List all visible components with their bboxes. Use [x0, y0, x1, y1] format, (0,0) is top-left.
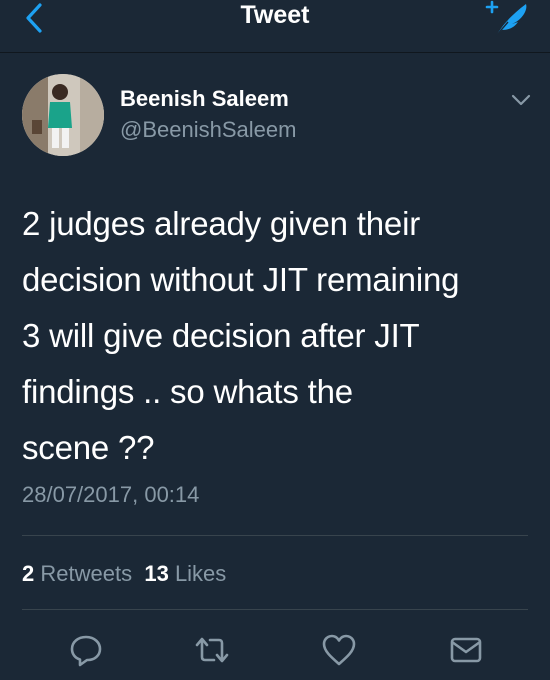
- tweet-text-line: 2 judges already given their: [22, 205, 420, 242]
- chevron-down-icon: [511, 94, 531, 106]
- divider: [22, 535, 528, 536]
- retweets-label: Retweets: [40, 561, 133, 586]
- avatar-photo: [22, 74, 104, 156]
- message-envelope-icon: [450, 637, 482, 663]
- likes-count: 13: [144, 561, 169, 586]
- like-heart-icon: [322, 634, 356, 666]
- tweet-text-line: 3 will give decision after JIT: [22, 317, 420, 354]
- compose-feather-icon: [485, 0, 527, 37]
- avatar[interactable]: [22, 74, 104, 156]
- retweet-icon: [195, 637, 229, 663]
- direct-message-button[interactable]: [446, 630, 486, 670]
- tweet-timestamp: 28/07/2017, 00:14: [22, 482, 200, 507]
- like-button[interactable]: [319, 630, 359, 670]
- retweets-stat[interactable]: 2 Retweets: [22, 561, 132, 586]
- navigation-bar: Tweet: [0, 0, 550, 53]
- likes-stat[interactable]: 13 Likes: [144, 561, 226, 586]
- retweets-count: 2: [22, 561, 35, 586]
- author-handle[interactable]: @BeenishSaleem: [120, 117, 296, 143]
- tweet-stats: 2 Retweets 13 Likes: [22, 560, 226, 588]
- reply-icon: [70, 635, 102, 667]
- tweet-options-button[interactable]: [508, 90, 534, 110]
- divider: [22, 609, 528, 610]
- tweet-text: 2 judges already given their decision wi…: [22, 196, 532, 476]
- tweet-text-line: findings .. so whats the: [22, 373, 353, 410]
- retweet-button[interactable]: [192, 630, 232, 670]
- likes-label: Likes: [174, 561, 227, 586]
- reply-button[interactable]: [66, 630, 106, 670]
- page-title: Tweet: [240, 1, 310, 29]
- tweet-text-line: decision without JIT remaining: [22, 261, 460, 298]
- author-name[interactable]: Beenish Saleem: [120, 86, 289, 112]
- tweet-text-line: scene ??: [22, 429, 155, 466]
- compose-tweet-button[interactable]: [482, 0, 534, 38]
